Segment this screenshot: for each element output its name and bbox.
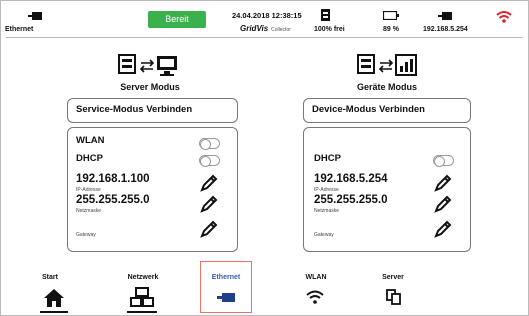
battery-icon (383, 11, 399, 20)
server-icon[interactable] (386, 289, 402, 305)
device-mode-connect-button[interactable]: Device-Modus Verbinden (303, 98, 471, 123)
server-mode-icon (118, 54, 177, 76)
edit-device-netmask-pencil-icon[interactable] (433, 194, 453, 214)
nav-label-start[interactable]: Start (30, 274, 70, 281)
storage-free: 100% frei (314, 26, 345, 33)
wlan-label: WLAN (76, 135, 105, 146)
nav-label-netzwerk[interactable]: Netzwerk (118, 274, 168, 281)
edit-ip-pencil-icon[interactable] (199, 173, 219, 193)
edit-device-ip-pencil-icon[interactable] (433, 173, 453, 193)
brand-logo: GridVis Collector (240, 24, 291, 33)
device-dhcp-toggle[interactable] (433, 155, 454, 167)
device-ip-label: IP-Adresse (314, 187, 339, 193)
ethernet-plug-icon (28, 12, 42, 20)
status-divider (6, 37, 523, 38)
nav-label-wlan[interactable]: WLAN (296, 274, 336, 281)
edit-netmask-pencil-icon[interactable] (199, 194, 219, 214)
network-icon[interactable] (130, 287, 154, 307)
storage-icon (321, 9, 330, 21)
ready-status-badge: Bereit (148, 11, 206, 28)
start-underline (40, 311, 68, 313)
device-netmask-label: Netzmaske (314, 208, 340, 214)
server-gateway-label: Gateway (76, 232, 96, 238)
edit-gateway-pencil-icon[interactable] (199, 219, 219, 239)
server-ip-value: 192.168.1.100 (76, 173, 150, 185)
device-dhcp-label: DHCP (314, 153, 341, 164)
service-mode-connect-button[interactable]: Service-Modus Verbinden (67, 98, 238, 123)
device-mode-icon (357, 54, 417, 76)
device-netmask-value: 255.255.255.0 (314, 194, 388, 206)
server-netmask-label: Netzmaske (76, 208, 102, 214)
wlan-toggle[interactable] (199, 138, 220, 150)
active-tab-highlight (200, 261, 252, 313)
dhcp-label: DHCP (76, 153, 103, 164)
connection-label: Ethernet (5, 26, 34, 33)
server-netmask-value: 255.255.255.0 (76, 194, 150, 206)
nav-label-server[interactable]: Server (373, 274, 413, 281)
ethernet-nav-icon[interactable] (217, 293, 235, 302)
wlan-icon[interactable] (306, 289, 324, 304)
device-mode-title: Geräte Modus (356, 82, 417, 92)
server-ip-label: IP-Adresse (76, 187, 101, 193)
datetime: 24.04.2018 12:38:15 (232, 11, 302, 20)
server-mode-title: Server Modus (120, 82, 180, 92)
ethernet-plug-icon-right (438, 12, 452, 20)
netzwerk-underline (127, 311, 157, 313)
device-ip-value: 192.168.5.254 (314, 173, 388, 185)
nav-label-ethernet[interactable]: Ethernet (201, 274, 251, 281)
edit-device-gateway-pencil-icon[interactable] (433, 219, 453, 239)
brand-name: GridVis (240, 24, 269, 33)
battery-level: 89 % (383, 26, 399, 33)
device-gateway-label: Gateway (314, 232, 334, 238)
device-settings-card: DHCP 192.168.5.254 IP-Adresse 255.255.25… (303, 127, 471, 252)
server-settings-card: WLAN DHCP 192.168.1.100 IP-Adresse 255.2… (67, 127, 238, 252)
ip-address-status: 192.168.5.254 (423, 26, 468, 33)
brand-sub: Collector (271, 27, 291, 33)
server-dhcp-toggle[interactable] (199, 155, 220, 167)
home-icon[interactable] (43, 288, 65, 308)
wifi-icon[interactable] (496, 10, 512, 23)
